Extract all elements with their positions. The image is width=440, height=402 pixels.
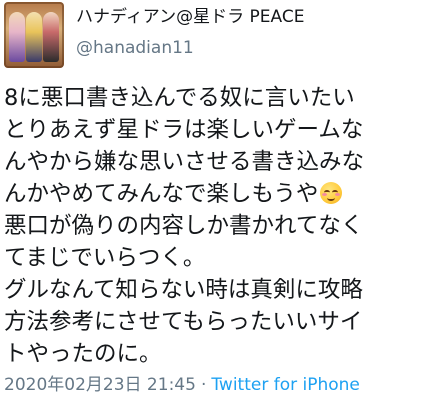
tweet: ハナディアン@星ドラ PEACE @hanadian11 8に悪口書き込んでる奴…	[0, 0, 440, 402]
tweet-line: 8に悪口書き込んでる奴に言いたい	[4, 85, 355, 111]
tweet-header: ハナディアン@星ドラ PEACE @hanadian11	[0, 0, 440, 76]
smiling-face-with-smiling-eyes-icon	[320, 182, 343, 204]
tweet-line: 方法参考にさせてもらったいいサイ	[4, 309, 363, 335]
tweet-line: トやったのに。	[4, 341, 162, 367]
source-link[interactable]: Twitter for iPhone	[211, 375, 360, 395]
user-handle[interactable]: @hanadian11	[76, 37, 194, 59]
tweet-line: 悪口が偽りの内容しか書かれてなく	[4, 213, 364, 239]
tweet-line: んやから嫌な思いさせる書き込みな	[4, 149, 365, 175]
tweet-line-with-emoji: んかやめてみんなで楽しもうや	[4, 178, 438, 210]
tweet-meta: 2020年02月23日 21:45 · Twitter for iPhone	[4, 374, 360, 396]
meta-separator: ·	[200, 375, 207, 395]
avatar-frame	[4, 2, 64, 68]
tweet-line: てまじでいらつく。	[4, 245, 206, 271]
display-name[interactable]: ハナディアン@星ドラ PEACE	[76, 6, 304, 28]
tweet-line: んかやめてみんなで楽しもうや	[4, 181, 319, 207]
tweet-line: とりあえず星ドラは楽しいゲームな	[4, 117, 364, 143]
timestamp[interactable]: 2020年02月23日 21:45	[4, 375, 196, 395]
tweet-body: 8に悪口書き込んでる奴に言いたい とりあえず星ドラは楽しいゲームな んやから嫌な…	[4, 82, 438, 370]
tweet-line: グルなんて知らない時は真剣に攻略	[4, 277, 363, 303]
avatar[interactable]	[4, 2, 64, 68]
